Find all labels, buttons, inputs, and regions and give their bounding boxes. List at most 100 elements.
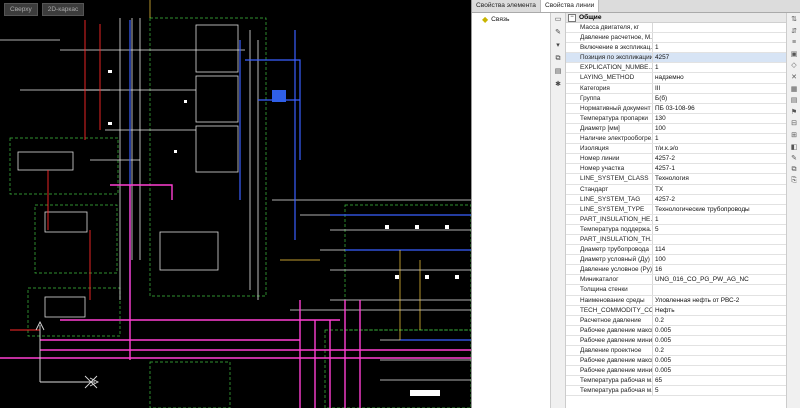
sort-icon[interactable]: ⇅ [789,14,799,24]
property-row[interactable]: Давление расчетное, М... [566,33,787,44]
property-value[interactable]: Б(б) [653,94,787,103]
property-value[interactable]: Технология [653,174,787,183]
property-value[interactable]: надземно [653,73,787,82]
property-row[interactable]: Температура рабочая м... 5 [566,386,787,397]
property-value[interactable]: ПБ 03-108-96 [653,104,787,113]
collapse-all-icon[interactable]: ⊟ [789,118,799,128]
property-value[interactable]: Нефть [653,306,787,315]
property-value[interactable]: 114 [653,245,787,254]
property-row[interactable]: Изоляция т/и.к.э/о [566,144,787,155]
copy-icon[interactable]: ⧉ [789,165,799,175]
property-row[interactable]: PART_INSULATION_HE... 1 [566,214,787,225]
property-value[interactable]: ТХ [653,185,787,194]
property-value[interactable]: 4257-1 [653,164,787,173]
collapse-icon[interactable]: − [568,13,576,22]
sheet-icon[interactable]: ▤ [789,95,799,105]
list-icon[interactable]: ≡ [789,37,799,47]
property-row[interactable]: Диаметр условный (Ду) 100 [566,255,787,266]
clear-icon[interactable]: ✕ [789,72,799,82]
tree-item-link[interactable]: ◆ Связь [472,13,550,24]
property-row[interactable]: Давление проектное 0.2 [566,346,787,357]
view-top-tab[interactable]: Сверху [4,3,38,16]
property-row[interactable]: Рабочее давление мини... 0.005 [566,366,787,377]
property-row[interactable]: Номер участка 4257-1 [566,164,787,175]
drawing-canvas[interactable] [0,0,471,408]
property-row[interactable]: LAYING_METHOD надземно [566,73,787,84]
property-row[interactable]: Диаметр трубопровода 114 [566,245,787,256]
group-general[interactable]: − Общие [566,13,787,23]
property-value[interactable]: 5 [653,225,787,234]
property-row[interactable]: Рабочее давление макси... 0.005 [566,356,787,367]
property-value[interactable]: 16 [653,265,787,274]
property-row[interactable]: LINE_SYSTEM_TYPE Технологические трубопро… [566,204,787,215]
property-value[interactable]: 1 [653,215,787,224]
sort-alpha-icon[interactable]: ⇵ [789,26,799,36]
copy-icon[interactable]: ⧉ [553,54,563,64]
edit-icon[interactable]: ✎ [789,153,799,163]
property-value[interactable]: 0.2 [653,346,787,355]
property-row[interactable]: Категория III [566,83,787,94]
tag-icon[interactable]: ✎ [553,28,563,38]
select-icon[interactable]: ▭ [553,15,563,25]
property-value[interactable]: 100 [653,124,787,133]
property-value[interactable]: 1 [653,134,787,143]
property-row[interactable]: Группа Б(б) [566,93,787,104]
paste-icon[interactable]: ⎘ [789,176,799,186]
settings-icon[interactable]: ✱ [553,80,563,90]
property-row[interactable]: Расчетное давление 0.2 [566,315,787,326]
property-row[interactable]: Номер линии 4257-2 [566,154,787,165]
property-value[interactable]: 4257-2 [653,195,787,204]
property-row[interactable]: LINE_SYSTEM_CLASS Технология [566,174,787,185]
property-row[interactable]: Давление условное (Ру) 16 [566,265,787,276]
property-row[interactable]: Рабочее давление макси... 0.005 [566,325,787,336]
property-row[interactable]: Миникаталог UNG_016_CO_PG_PW_AG_NC [566,275,787,286]
folder-icon[interactable]: ▤ [553,67,563,77]
property-value[interactable]: 0.005 [653,326,787,335]
property-value[interactable]: 4257 [653,53,787,62]
property-row[interactable]: Позиция по экспликации 4257 [566,53,787,64]
property-row[interactable]: Температура поддержа... 5 [566,224,787,235]
property-row[interactable]: EXPLICATION_NUMBE... 1 [566,63,787,74]
property-value[interactable]: 0.005 [653,336,787,345]
filter-icon[interactable]: ▾ [553,41,563,51]
property-row[interactable]: LINE_SYSTEM_TAG 4257-2 [566,194,787,205]
property-row[interactable]: Нормативный документ ПБ 03-108-96 [566,103,787,114]
property-value[interactable]: 1 [653,63,787,72]
property-value[interactable]: Уловленная нефть от РВС-2 [653,296,787,305]
property-value[interactable]: III [653,84,787,93]
property-value[interactable]: 130 [653,114,787,123]
pane-icon[interactable]: ◧ [789,142,799,152]
property-value[interactable]: 1 [653,43,787,52]
property-value[interactable]: 100 [653,255,787,264]
property-row[interactable]: TECH_COMMODITY_CO... Нефть [566,305,787,316]
property-row[interactable]: Наименование среды Уловленная нефть от РВ… [566,295,787,306]
property-value[interactable]: 0.2 [653,316,787,325]
grid-icon[interactable]: ▣ [789,49,799,59]
property-row[interactable]: Масса двигателя, кг [566,23,787,34]
property-row[interactable]: Толщина стенки [566,285,787,296]
property-row[interactable]: Температура рабочая м... 65 [566,376,787,387]
table-icon[interactable]: ▦ [789,84,799,94]
property-value[interactable]: 4257-2 [653,154,787,163]
property-row[interactable]: PART_INSULATION_TH... [566,234,787,246]
property-value[interactable]: 65 [653,376,787,385]
property-row[interactable]: Температура пропарки 130 [566,113,787,124]
expand-all-icon[interactable]: ⊞ [789,130,799,140]
property-row[interactable]: Стандарт ТХ [566,184,787,195]
cad-viewport[interactable]: Сверху 2D-каркас [0,0,471,408]
visual-style-tab[interactable]: 2D-каркас [41,3,85,16]
property-value[interactable]: 0.005 [653,356,787,365]
property-value[interactable]: UNG_016_CO_PG_PW_AG_NC [653,275,787,284]
property-value[interactable]: Технологические трубопроводы [653,205,787,214]
flag-icon[interactable]: ⚑ [789,107,799,117]
tab-element-properties[interactable]: Свойства элемента [472,0,541,12]
diamond-icon[interactable]: ◇ [789,60,799,70]
property-value[interactable]: т/и.к.э/о [653,144,787,153]
property-value[interactable]: 5 [653,386,787,395]
property-row[interactable]: Включение в экспликац... 1 [566,43,787,54]
property-value[interactable]: 0.005 [653,366,787,375]
property-row[interactable]: Наличие электрообогре... 1 [566,134,787,145]
property-row[interactable]: Диаметр [мм] 100 [566,123,787,135]
tab-line-properties[interactable]: Свойства линии [540,0,600,12]
property-row[interactable]: Рабочее давление мини... 0.005 [566,335,787,346]
